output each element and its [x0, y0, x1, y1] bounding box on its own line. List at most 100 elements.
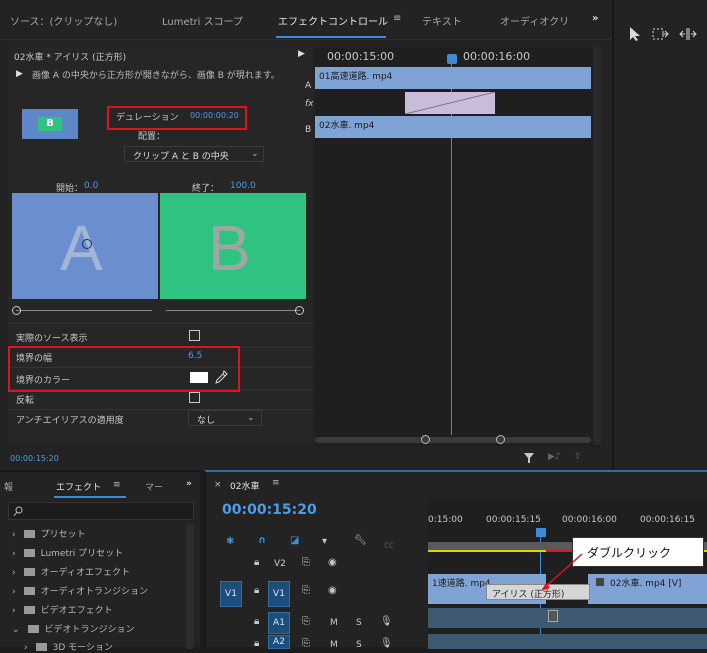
linked-selection-icon[interactable]: ◪	[290, 535, 299, 546]
tree-item-audio-transitions[interactable]: › オーディオトランジション	[12, 584, 148, 597]
start-value[interactable]: 0.0	[84, 181, 98, 191]
antialias-dropdown[interactable]: なし ⌄	[188, 410, 262, 426]
sync-lock-icon[interactable]: ⎘	[302, 557, 310, 568]
ruler-time: 0:15:00	[428, 515, 463, 525]
playhead-handle[interactable]	[447, 54, 457, 64]
hamburger-menu-icon[interactable]: ≡	[393, 13, 401, 24]
tree-item-presets[interactable]: › プリセット	[12, 527, 86, 540]
mute-button[interactable]: M	[330, 640, 338, 650]
source-patch-v1[interactable]: V1	[220, 581, 242, 607]
expand-chevron-icon: ›	[24, 643, 28, 653]
callout-arrow	[541, 553, 583, 591]
tab-text[interactable]: テキスト	[422, 13, 462, 28]
clip-title: 02水車 * アイリス (正方形)	[14, 53, 127, 63]
sync-lock-icon[interactable]: ⎘	[302, 616, 310, 627]
callout-text: ダブルクリック	[587, 546, 672, 560]
mute-button[interactable]: M	[330, 618, 338, 628]
end-slider-handle[interactable]	[295, 306, 304, 315]
transition-diagonal	[404, 91, 496, 115]
lock-icon[interactable]: 🔒︎	[254, 585, 259, 596]
tree-item-video-effects[interactable]: › ビデオエフェクト	[12, 603, 113, 616]
tab-source[interactable]: ソース：(クリップなし)	[10, 13, 117, 28]
transition-block[interactable]	[404, 91, 496, 115]
sync-lock-icon[interactable]: ⎘	[302, 585, 310, 596]
reverse-checkbox[interactable]	[189, 392, 200, 403]
tab-effect-controls[interactable]: エフェクトコントロール	[278, 13, 388, 28]
tree-item-lumetri-presets[interactable]: › Lumetri プリセット	[12, 546, 123, 559]
alignment-dropdown[interactable]: クリップ A と B の中央 ⌄	[124, 146, 264, 162]
captions-icon[interactable]: ㏄	[384, 536, 394, 551]
tree-item-label: オーディオエフェクト	[40, 568, 130, 578]
expand-chevron-icon: ›	[12, 549, 16, 559]
sequence-name[interactable]: 02水車	[230, 479, 259, 492]
add-marker-icon[interactable]: ▾	[322, 536, 327, 547]
clip-v1-right-name: 02水車. mp4 [V]	[610, 579, 682, 589]
solo-button[interactable]: S	[356, 640, 362, 650]
search-icon	[13, 506, 23, 517]
scrollbar-left-handle[interactable]	[421, 435, 430, 444]
ripple-edit-tool-icon[interactable]	[678, 26, 698, 42]
play-audio-icon[interactable]: ▶♪	[548, 452, 561, 462]
track-select-tool-icon[interactable]	[652, 26, 670, 42]
overflow-tabs-icon[interactable]: »	[592, 13, 598, 24]
center-point-handle[interactable]	[82, 239, 92, 249]
clip-a[interactable]: 01高速道路. mp4	[315, 67, 591, 89]
eye-icon[interactable]: ◉	[328, 557, 337, 568]
play-preview-icon[interactable]: ▶	[16, 69, 23, 79]
clip-v1-right[interactable]: 02水車. mp4 [V]	[588, 574, 707, 604]
ruler-time-1: 00:00:15:00	[327, 50, 395, 63]
current-timecode[interactable]: 00:00:15:20	[10, 454, 59, 463]
duration-highlight	[107, 106, 247, 130]
play-transition-icon[interactable]: ▶	[298, 49, 305, 59]
lock-icon[interactable]: 🔒︎	[254, 557, 259, 568]
folder-icon	[35, 643, 47, 651]
snap-icon[interactable]: ∩	[258, 535, 266, 546]
end-value[interactable]: 100.0	[230, 181, 256, 191]
audio-clip-a1[interactable]	[428, 608, 707, 628]
nest-toggle-icon[interactable]: ✱	[226, 536, 234, 547]
export-icon[interactable]: ⇪	[574, 452, 582, 462]
tab-audio-clip[interactable]: オーディオクリ	[500, 13, 575, 28]
clip-a-name: 01高速道路. mp4	[319, 72, 393, 82]
vertical-scrollbar[interactable]	[593, 47, 601, 445]
clip-v1-left-name: 1速道路. mp4	[432, 579, 491, 589]
sequence-timecode[interactable]: 00:00:15:20	[222, 502, 317, 518]
sync-lock-icon[interactable]: ⎘	[302, 638, 310, 649]
tree-item-label: ビデオトランジション	[44, 625, 135, 635]
track-target-v1[interactable]: V1	[268, 581, 290, 607]
hamburger-menu-icon[interactable]: ≡	[272, 478, 280, 488]
audio-transition-marker[interactable]	[548, 610, 558, 622]
track-b-label: B	[305, 125, 312, 135]
preview-a[interactable]: A	[12, 193, 158, 299]
horizontal-scrollbar[interactable]	[315, 437, 591, 443]
microphone-icon[interactable]: 🎙︎	[380, 638, 393, 649]
scrollbar-right-handle[interactable]	[496, 435, 505, 444]
playhead-handle[interactable]	[536, 528, 546, 537]
tab-markers[interactable]: マー	[145, 480, 163, 493]
clip-b[interactable]: 02水車. mp4	[315, 116, 591, 138]
effects-scrollbar[interactable]	[186, 524, 194, 649]
eye-icon[interactable]: ◉	[328, 585, 337, 596]
folder-icon	[23, 587, 35, 595]
tab-lumetri-scopes[interactable]: Lumetri スコープ	[162, 13, 243, 28]
tab-info[interactable]: 報	[4, 480, 13, 493]
microphone-icon[interactable]: 🎙︎	[380, 616, 393, 627]
close-icon[interactable]: ×	[214, 480, 222, 490]
wrench-icon[interactable]: 🔧︎	[354, 535, 367, 546]
overflow-tabs-icon[interactable]: »	[186, 479, 192, 489]
lock-icon[interactable]: 🔒︎	[254, 638, 259, 649]
hamburger-menu-icon[interactable]: ≡	[113, 480, 121, 490]
filter-icon[interactable]	[523, 452, 537, 464]
selection-tool-icon[interactable]	[628, 26, 642, 42]
lock-icon[interactable]: 🔒︎	[254, 616, 259, 627]
effects-search-input[interactable]	[8, 502, 194, 520]
tree-item-audio-effects[interactable]: › オーディオエフェクト	[12, 565, 130, 578]
antialias-value: なし	[197, 416, 216, 426]
start-slider-handle[interactable]	[12, 306, 21, 315]
show-source-checkbox[interactable]	[189, 330, 200, 341]
start-slider-track	[16, 310, 152, 311]
tree-item-video-transitions[interactable]: ⌄ ビデオトランジション	[12, 622, 135, 635]
track-target-a1[interactable]: A1	[268, 612, 290, 634]
solo-button[interactable]: S	[356, 618, 362, 628]
tab-effects[interactable]: エフェクト	[56, 480, 101, 493]
